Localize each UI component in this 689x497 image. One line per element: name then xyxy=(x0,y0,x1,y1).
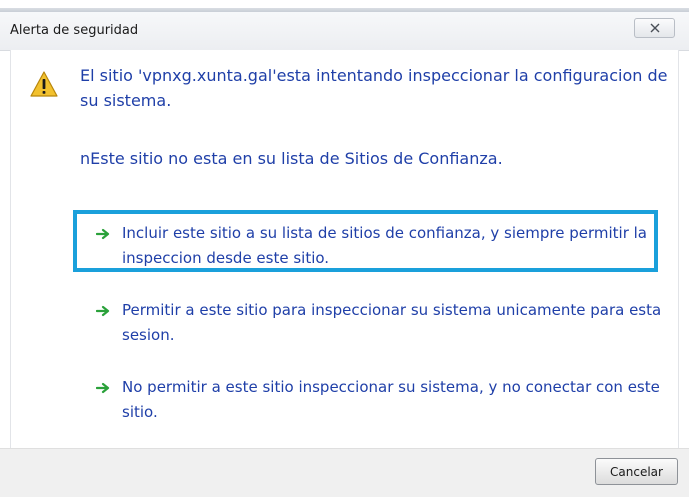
cancel-button[interactable]: Cancelar xyxy=(595,458,678,485)
security-message: El sitio 'vpnxg.xunta.gal'esta intentand… xyxy=(80,66,668,110)
dialog-footer: Cancelar xyxy=(0,448,689,497)
trust-notice: nEste sitio no esta en su lista de Sitio… xyxy=(80,149,503,168)
close-icon xyxy=(650,23,659,33)
option-label: Incluir este sitio a su lista de sitios … xyxy=(122,224,647,267)
security-alert-dialog: Alerta de seguridad El sitio 'vpnxg.xunt… xyxy=(0,0,689,497)
option-label: No permitir a este sitio inspeccionar su… xyxy=(122,378,660,421)
option-allow-session[interactable]: Permitir a este sitio para inspeccionar … xyxy=(96,298,666,348)
green-arrow-icon xyxy=(96,228,110,240)
close-button[interactable] xyxy=(634,18,675,38)
option-label: Permitir a este sitio para inspeccionar … xyxy=(122,301,662,344)
window-top-edge xyxy=(0,0,689,12)
title-bar: Alerta de seguridad xyxy=(0,12,689,51)
option-trust-always[interactable]: Incluir este sitio a su lista de sitios … xyxy=(96,221,666,271)
dialog-title: Alerta de seguridad xyxy=(10,23,139,38)
green-arrow-icon xyxy=(96,382,110,394)
green-arrow-icon xyxy=(96,305,110,317)
option-deny[interactable]: No permitir a este sitio inspeccionar su… xyxy=(96,375,666,425)
warning-icon xyxy=(30,71,58,97)
